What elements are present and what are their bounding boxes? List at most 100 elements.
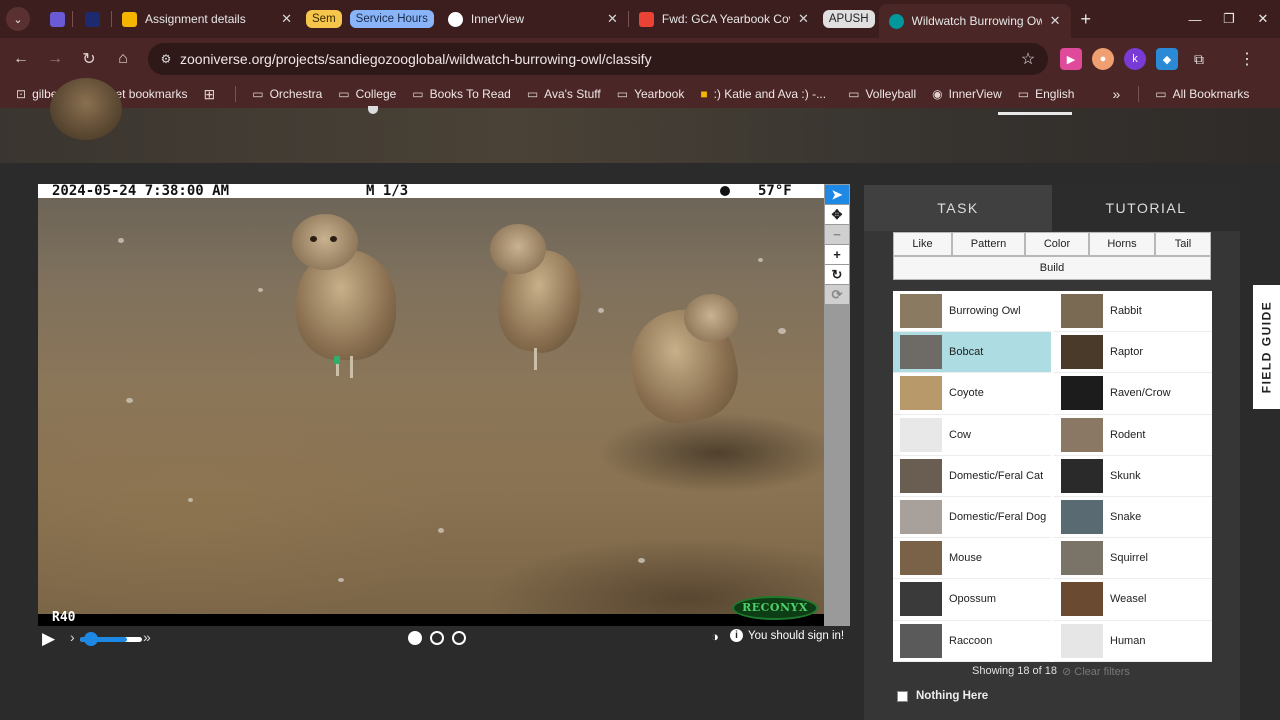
tab-group-apush[interactable]: APUSH <box>822 10 875 28</box>
frame-dot[interactable] <box>408 631 422 645</box>
frame-dot[interactable] <box>430 631 444 645</box>
rotate-icon[interactable]: ↻ <box>825 265 849 284</box>
reset-icon[interactable]: ⟳ <box>825 285 849 304</box>
extension-icon-blue[interactable]: ◆ <box>1156 48 1178 70</box>
more-bookmarks-icon[interactable]: » <box>1112 86 1120 102</box>
species-choice[interactable]: Cow <box>893 414 1051 456</box>
pinned-tab-1[interactable] <box>42 4 72 34</box>
species-choice[interactable]: Opossum <box>893 579 1051 621</box>
filter-pattern-button[interactable]: Pattern <box>952 232 1025 256</box>
species-choice[interactable]: Burrowing Owl <box>893 291 1051 333</box>
extension-icon-k[interactable]: k <box>1124 48 1146 70</box>
close-icon[interactable]: ✕ <box>1050 13 1061 29</box>
tab-group-sem[interactable]: Sem <box>306 10 342 28</box>
new-tab-button[interactable]: + <box>1081 9 1092 30</box>
fast-forward-icon[interactable]: » <box>143 629 151 645</box>
bookmark-katie-and-ava[interactable]: ■:) Katie and Ava :) -... <box>700 87 826 101</box>
bookmark-apps[interactable]: ⊞ <box>203 86 221 103</box>
pointer-icon[interactable]: ➤ <box>825 185 849 204</box>
species-label: Weasel <box>1110 593 1147 606</box>
extension-icon-pink[interactable]: ▶ <box>1060 48 1082 70</box>
home-icon[interactable]: ⌂ <box>106 50 140 68</box>
nothing-here-option[interactable]: Nothing Here <box>897 690 988 702</box>
species-choice[interactable]: Raven/Crow <box>1054 373 1212 415</box>
info-icon[interactable]: i <box>730 629 743 642</box>
species-choice[interactable]: Domestic/Feral Cat <box>893 455 1051 497</box>
site-info-icon[interactable]: ⚙ <box>152 52 180 66</box>
subject-image[interactable] <box>38 198 824 614</box>
filter-color-button[interactable]: Color <box>1025 232 1089 256</box>
species-choice[interactable]: Human <box>1054 620 1212 662</box>
owl-eye <box>310 236 317 242</box>
field-guide-button[interactable]: FIELD GUIDE <box>1253 285 1280 409</box>
species-choice[interactable]: Bobcat <box>893 332 1051 374</box>
clear-filters-link[interactable]: ⊘ Clear filters <box>1062 665 1130 678</box>
filter-horns-button[interactable]: Horns <box>1089 232 1155 256</box>
address-bar[interactable]: ⚙ zooniverse.org/projects/sandiegozooglo… <box>148 43 1048 75</box>
filter-tail-button[interactable]: Tail <box>1155 232 1211 256</box>
frame-dot[interactable] <box>452 631 466 645</box>
bookmark-orchestra[interactable]: ▭ Orchestra <box>252 87 322 101</box>
play-icon[interactable]: ▶ <box>42 629 55 649</box>
reload-icon[interactable]: ↻ <box>72 49 106 69</box>
species-choice[interactable]: Rabbit <box>1054 291 1212 333</box>
species-choice[interactable]: Rodent <box>1054 414 1212 456</box>
tab-group-service-hours[interactable]: Service Hours <box>349 10 434 28</box>
back-icon[interactable]: ← <box>4 50 38 68</box>
restore-icon[interactable]: ❐ <box>1212 11 1246 27</box>
close-icon[interactable]: ✕ <box>281 11 292 27</box>
zoom-out-icon[interactable]: − <box>825 225 849 244</box>
tab-tutorial[interactable]: TUTORIAL <box>1052 185 1240 231</box>
tab-search-button[interactable]: ⌄ <box>6 7 30 31</box>
species-choice[interactable]: Squirrel <box>1054 538 1212 580</box>
minimize-icon[interactable]: — <box>1178 12 1212 27</box>
close-icon[interactable]: ✕ <box>607 11 618 27</box>
project-avatar[interactable] <box>50 78 122 140</box>
pebble <box>126 398 133 403</box>
bookmark-english[interactable]: ▭ English <box>1018 87 1075 101</box>
species-choice[interactable]: Raccoon <box>893 620 1051 662</box>
bookmark-all-bookmarks[interactable]: ▭ All Bookmarks <box>1155 87 1249 101</box>
extension-icon-bulb[interactable]: ● <box>1092 48 1114 70</box>
species-choice[interactable]: Raptor <box>1054 332 1212 374</box>
url-text[interactable]: zooniverse.org/projects/sandiegozoogloba… <box>180 51 1008 67</box>
filter-build-button[interactable]: Build <box>893 256 1211 280</box>
species-thumbnail <box>900 541 942 576</box>
bookmarks-bar: ⊡gilbertschools.net bookmarks ⊞ ▭Orchest… <box>0 80 1280 108</box>
filter-like-button[interactable]: Like <box>893 232 952 256</box>
bookmark-volleyball[interactable]: ▭ Volleyball <box>848 87 916 101</box>
subject-viewer[interactable]: 2024-05-24 7:38:00 AM M 1/3 57°F R40 REC… <box>38 184 824 626</box>
nothing-here-checkbox[interactable] <box>897 690 908 702</box>
species-choice[interactable]: Snake <box>1054 496 1212 539</box>
bookmark-yearbook[interactable]: ▭ Yearbook <box>617 87 685 101</box>
extensions-puzzle-icon[interactable]: ⧉ <box>1188 48 1210 70</box>
slider-thumb[interactable] <box>84 632 98 646</box>
tab-innerview[interactable]: InnerView ✕ <box>438 4 628 34</box>
species-thumbnail <box>1061 541 1103 576</box>
bookmark-innerview[interactable]: ◉ InnerView <box>932 87 1002 101</box>
tab-wildwatch[interactable]: Wildwatch Burrowing Owl ✕ <box>878 4 1071 38</box>
forward-icon[interactable]: → <box>38 50 72 68</box>
species-thumbnail <box>1061 376 1103 411</box>
bookmark-college[interactable]: ▭ College <box>338 87 396 101</box>
species-choice[interactable]: Skunk <box>1054 455 1212 497</box>
tab-gmail[interactable]: Fwd: GCA Yearbook Cove ✕ <box>629 4 819 34</box>
tab-task[interactable]: TASK <box>864 185 1052 231</box>
close-window-icon[interactable]: ✕ <box>1246 11 1280 27</box>
menu-kebab-icon[interactable]: ⋮ <box>1236 48 1258 70</box>
bookmark-avas-stuff[interactable]: ▭ Ava's Stuff <box>527 87 601 101</box>
tab-assignment-details[interactable]: Assignment details ✕ <box>112 4 302 34</box>
image-toolbar: ➤ ✥ − + ↻ ⟳ <box>824 184 850 626</box>
species-choice[interactable]: Coyote <box>893 373 1051 415</box>
pan-icon[interactable]: ✥ <box>825 205 849 224</box>
step-forward-icon[interactable]: › <box>70 629 75 645</box>
zoom-in-icon[interactable]: + <box>825 245 849 264</box>
close-icon[interactable]: ✕ <box>798 11 809 27</box>
pinned-tab-2[interactable] <box>77 4 107 34</box>
bookmark-books-to-read[interactable]: ▭ Books To Read <box>412 87 511 101</box>
invert-contrast-icon[interactable]: ◑ <box>711 629 719 644</box>
species-choice[interactable]: Weasel <box>1054 579 1212 621</box>
species-choice[interactable]: Domestic/Feral Dog <box>893 496 1051 539</box>
bookmark-star-icon[interactable]: ☆ <box>1008 49 1048 69</box>
species-choice[interactable]: Mouse <box>893 538 1051 580</box>
